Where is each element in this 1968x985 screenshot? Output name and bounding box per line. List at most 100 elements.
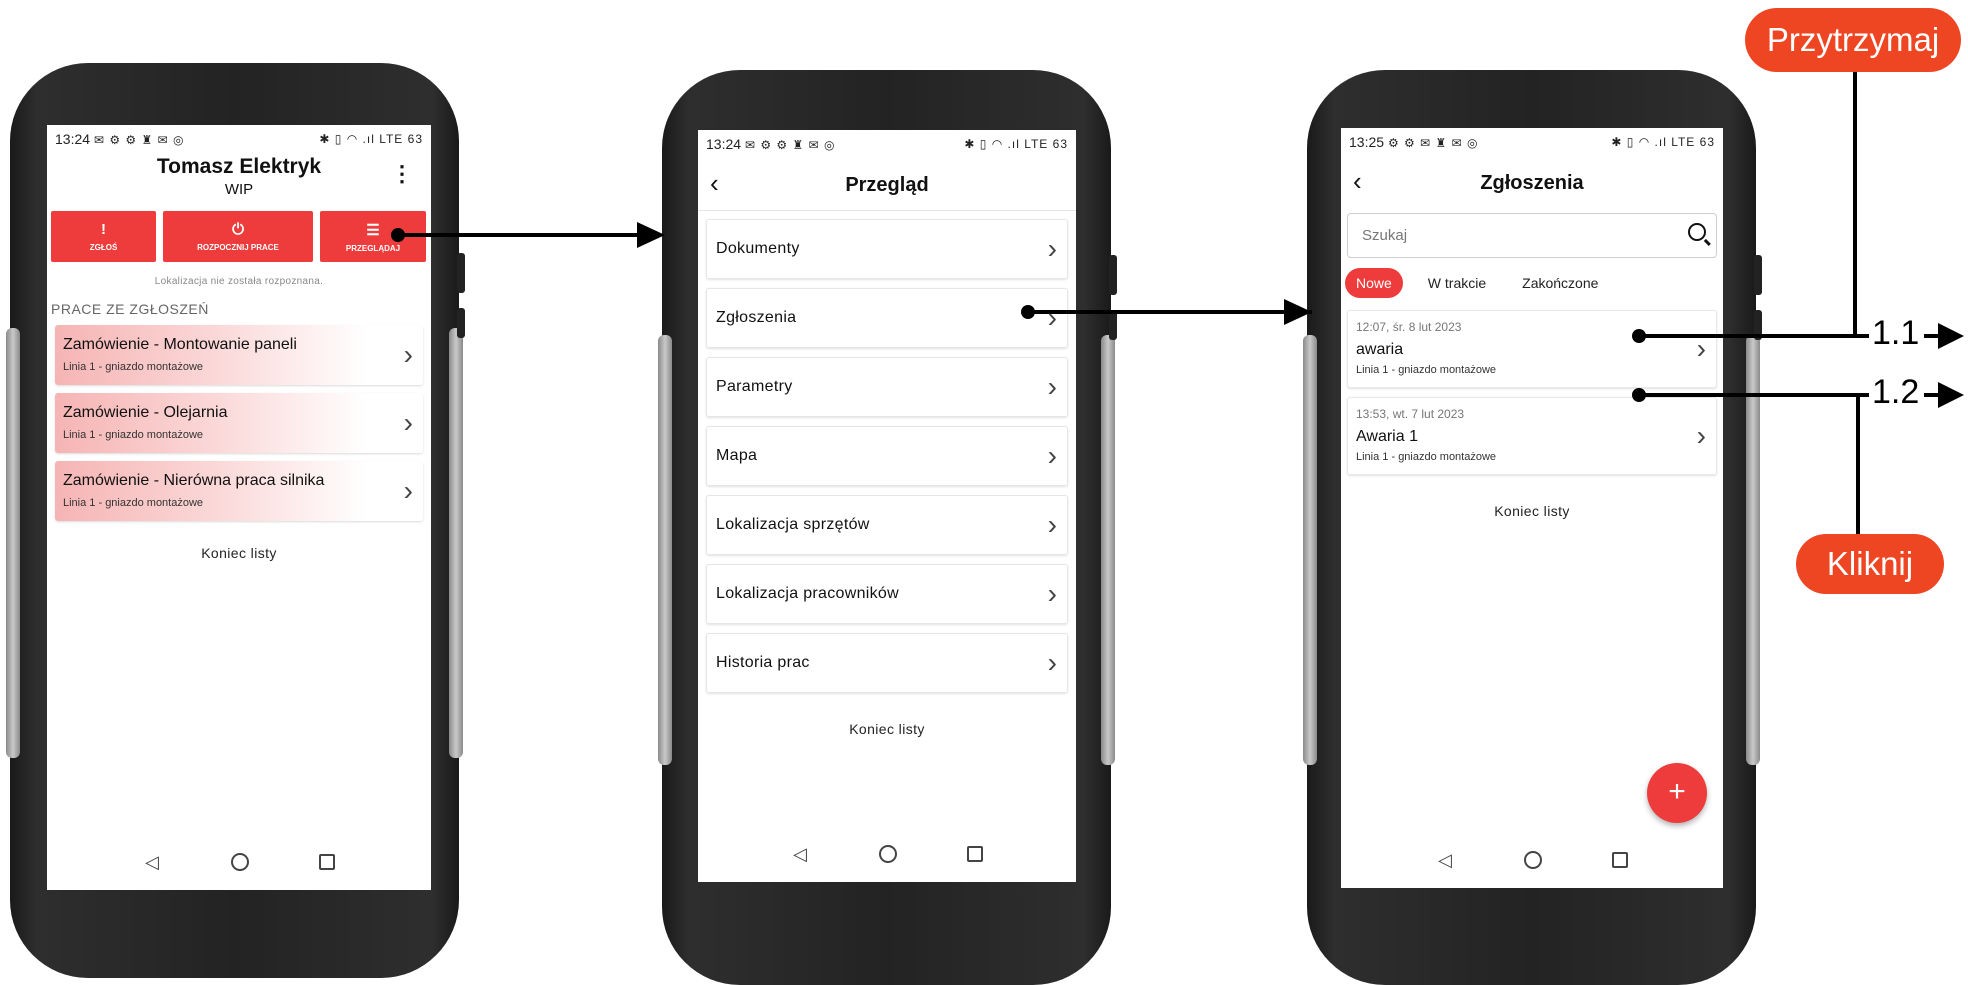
back-arrow-icon[interactable]: ‹ [1353, 166, 1362, 197]
chevron-right-icon: › [1047, 647, 1057, 678]
phone-rail [6, 328, 20, 758]
end-of-list: Koniec listy [849, 721, 925, 737]
chevron-right-icon: › [1047, 371, 1057, 402]
tab-new[interactable]: Nowe [1345, 268, 1403, 298]
menu-item-equipment-location[interactable]: Lokalizacja sprzętów › [706, 495, 1068, 555]
nav-back-icon[interactable]: ◁ [791, 845, 809, 863]
status-right-icons: ✱ ▯ ◠ .ıl LTE 63 [319, 132, 423, 146]
ticket-date: 12:07, śr. 8 lut 2023 [1356, 320, 1462, 334]
annotation-arrowhead [1284, 299, 1312, 325]
search-box [1347, 213, 1717, 258]
nav-back-icon[interactable]: ◁ [1436, 851, 1454, 869]
menu-item-label: Parametry [716, 378, 793, 395]
search-input[interactable] [1360, 214, 1664, 257]
annotation-line [398, 233, 638, 237]
nav-recents-icon[interactable] [1612, 852, 1628, 868]
menu-item-reports[interactable]: Zgłoszenia › [706, 288, 1068, 348]
user-name: Tomasz Elektryk [156, 155, 322, 178]
section-title: PRACE ZE ZGŁOSZEŃ [51, 301, 209, 317]
chevron-right-icon: › [1696, 333, 1706, 364]
nav-home-icon[interactable] [1524, 851, 1542, 869]
menu-item-label: Zgłoszenia [716, 309, 797, 326]
ticket-name: awaria [1356, 341, 1404, 358]
nav-recents-icon[interactable] [319, 854, 335, 870]
menu-item-documents[interactable]: Dokumenty › [706, 219, 1068, 279]
chevron-right-icon: › [1047, 233, 1057, 264]
job-item[interactable]: Zamówienie - Montowanie paneli Linia 1 -… [55, 325, 423, 385]
annotation-arrowhead [1938, 323, 1964, 349]
job-subtitle: Linia 1 - gniazdo montażowe [63, 497, 204, 509]
status-icons: ⚙ ⚙ ✉ ♜ ✉ ◎ [1387, 136, 1479, 150]
status-bar: 13:24 ✉ ⚙ ⚙ ♜ ✉ ◎ ✱ ▯ ◠ .ıl LTE 63 [698, 130, 1076, 158]
job-item[interactable]: Zamówienie - Olejarnia Linia 1 - gniazdo… [55, 393, 423, 453]
nav-home-icon[interactable] [879, 845, 897, 863]
menu-item-map[interactable]: Mapa › [706, 426, 1068, 486]
menu-item-label: Lokalizacja sprzętów [716, 516, 870, 533]
job-item[interactable]: Zamówienie - Nierówna praca silnika Lini… [55, 461, 423, 521]
phone-rail [658, 335, 672, 765]
search-icon[interactable] [1688, 223, 1706, 241]
user-subtitle: WIP [224, 181, 254, 198]
ticket-date: 13:53, wt. 7 lut 2023 [1356, 407, 1465, 421]
power-icon: ⏻ [232, 221, 244, 238]
ticket-location: Linia 1 - gniazdo montażowe [1356, 364, 1497, 376]
more-vert-icon[interactable]: ⋮ [391, 163, 413, 185]
tab-in-progress[interactable]: W trakcie [1417, 268, 1497, 298]
job-subtitle: Linia 1 - gniazdo montażowe [63, 361, 204, 373]
phone-2: 13:24 ✉ ⚙ ⚙ ♜ ✉ ◎ ✱ ▯ ◠ .ıl LTE 63 ‹ Prz… [658, 70, 1117, 985]
annotation-line [1856, 395, 1860, 535]
alert-icon: ! [101, 221, 106, 238]
status-bar: 13:25 ⚙ ⚙ ✉ ♜ ✉ ◎ ✱ ▯ ◠ .ıl LTE 63 [1341, 128, 1723, 156]
chevron-right-icon: › [1047, 440, 1057, 471]
add-report-button[interactable]: + [1647, 763, 1707, 823]
status-icons: ✉ ⚙ ⚙ ♜ ✉ ◎ [93, 133, 185, 147]
annotation-arrowhead [637, 222, 665, 248]
phone-rail [1746, 335, 1760, 765]
chevron-right-icon: › [1047, 509, 1057, 540]
report-label: ZGŁOŚ [89, 243, 118, 252]
ticket-item[interactable]: 13:53, wt. 7 lut 2023 Awaria 1 Linia 1 -… [1347, 397, 1717, 475]
screen-overview: 13:24 ✉ ⚙ ⚙ ♜ ✉ ◎ ✱ ▯ ◠ .ıl LTE 63 ‹ Prz… [698, 130, 1076, 882]
tab-completed[interactable]: Zakończone [1511, 268, 1609, 298]
chevron-right-icon: › [1047, 578, 1057, 609]
chevron-right-icon: › [403, 407, 413, 438]
report-button[interactable]: ! ZGŁOŚ [51, 211, 156, 262]
annotation-line [1639, 334, 1869, 338]
menu-item-parameters[interactable]: Parametry › [706, 357, 1068, 417]
side-button [457, 308, 465, 338]
android-nav-bar: ◁ [1341, 832, 1723, 888]
back-arrow-icon[interactable]: ‹ [710, 168, 719, 199]
phone-rail [449, 328, 463, 758]
menu-item-label: Lokalizacja pracowników [716, 585, 899, 602]
hold-label: Przytrzymaj [1745, 8, 1961, 72]
start-work-button[interactable]: ⏻ ROZPOCZNIJ PRACE [163, 211, 313, 262]
screen-home: 13:24 ✉ ⚙ ⚙ ♜ ✉ ◎ ✱ ▯ ◠ .ıl LTE 63 Tomas… [47, 125, 431, 890]
nav-recents-icon[interactable] [967, 846, 983, 862]
menu-item-work-history[interactable]: Historia prac › [706, 633, 1068, 693]
reports-header: ‹ Zgłoszenia [1341, 156, 1723, 208]
ticket-item[interactable]: 12:07, śr. 8 lut 2023 awaria Linia 1 - g… [1347, 310, 1717, 388]
annotation-arrowhead [1938, 382, 1964, 408]
side-button [1109, 255, 1117, 295]
menu-item-label: Mapa [716, 447, 758, 464]
click-label: Kliknij [1796, 534, 1944, 594]
status-time: 13:25 [1349, 134, 1385, 150]
menu-item-label: Dokumenty [716, 240, 800, 257]
phone-rail [1303, 335, 1317, 765]
annotation-line [1028, 310, 1312, 314]
status-time: 13:24 [706, 136, 742, 152]
nav-back-icon[interactable]: ◁ [143, 853, 161, 871]
status-icons: ✉ ⚙ ⚙ ♜ ✉ ◎ [744, 138, 836, 152]
nav-home-icon[interactable] [231, 853, 249, 871]
status-time: 13:24 [55, 131, 91, 147]
start-work-label: ROZPOCZNIJ PRACE [197, 243, 279, 252]
status-bar: 13:24 ✉ ⚙ ⚙ ♜ ✉ ◎ ✱ ▯ ◠ .ıl LTE 63 [47, 125, 431, 153]
ticket-name: Awaria 1 [1356, 428, 1418, 445]
status-tabs: Nowe W trakcie Zakończone [1341, 258, 1723, 298]
step-1-1-label: 1.1 [1872, 314, 1920, 352]
home-header: Tomasz Elektryk WIP ⋮ [47, 153, 431, 201]
chevron-right-icon: › [1696, 420, 1706, 451]
phone-rail [1101, 335, 1115, 765]
menu-item-worker-location[interactable]: Lokalizacja pracowników › [706, 564, 1068, 624]
chevron-right-icon: › [1047, 302, 1057, 333]
